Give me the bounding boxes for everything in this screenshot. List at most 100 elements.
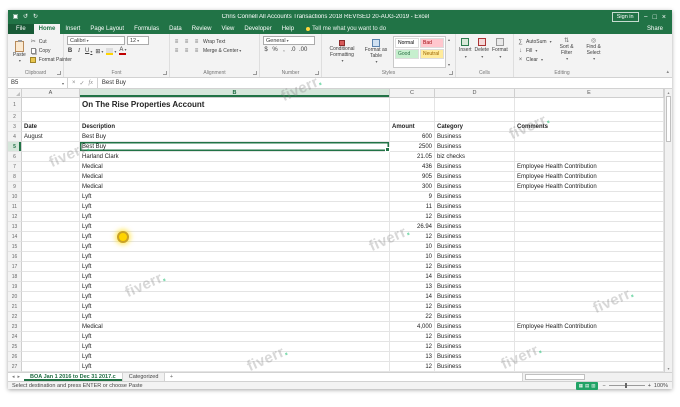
cell-amount[interactable]: 26.94 — [390, 222, 435, 232]
styles-dialog-launcher[interactable] — [449, 71, 453, 75]
cell-style-neutral[interactable]: Neutral — [420, 49, 444, 59]
cell-comment[interactable] — [515, 252, 664, 262]
row-number-12[interactable]: 12 — [8, 212, 22, 222]
cell-description[interactable]: Lyft — [80, 302, 390, 312]
collapse-ribbon-icon[interactable]: ▴ — [666, 69, 669, 75]
cell-category[interactable]: Business — [435, 132, 515, 142]
cell-amount[interactable]: 2500 — [390, 142, 435, 152]
cell-amount[interactable]: 300 — [390, 182, 435, 192]
cell-amount[interactable]: 4,000 — [390, 322, 435, 332]
header-comments[interactable]: Comments — [515, 122, 664, 132]
cell-category[interactable]: Business — [435, 352, 515, 362]
row-number-8[interactable]: 8 — [8, 172, 22, 182]
row-number-5[interactable]: 5 — [8, 142, 22, 152]
cell-date[interactable] — [22, 332, 80, 342]
column-header-e[interactable]: E — [515, 89, 664, 97]
cell-amount[interactable]: 10 — [390, 252, 435, 262]
cell-B[interactable] — [80, 112, 390, 122]
cell-category[interactable]: biz checks — [435, 152, 515, 162]
cell-amount[interactable]: 12 — [390, 262, 435, 272]
cell-comment[interactable] — [515, 362, 664, 372]
ribbon-tab-formulas[interactable]: Formulas — [129, 24, 164, 34]
insert-function-icon[interactable]: fx — [89, 80, 93, 86]
cell-comment[interactable]: Employee Health Contribution — [515, 322, 664, 332]
cell-date[interactable] — [22, 172, 80, 182]
name-box[interactable]: B5 ▾ — [8, 78, 68, 88]
sheet-nav-right-icon[interactable]: ▸ — [18, 374, 21, 380]
cell-amount[interactable]: 12 — [390, 362, 435, 372]
header-category[interactable]: Category — [435, 122, 515, 132]
cell-category[interactable]: Business — [435, 162, 515, 172]
row-number-9[interactable]: 9 — [8, 182, 22, 192]
number-symbol-button[interactable]: .0 — [290, 47, 296, 53]
sheet-title-cell[interactable]: On The Rise Properties Account — [80, 98, 390, 112]
cell-style-good[interactable]: Good — [395, 49, 419, 59]
cell-A[interactable] — [22, 112, 80, 122]
cell-category[interactable]: Business — [435, 182, 515, 192]
cell-date[interactable] — [22, 352, 80, 362]
cell-comment[interactable] — [515, 222, 664, 232]
cell-A[interactable] — [22, 98, 80, 112]
gallery-down-icon[interactable]: ▾ — [448, 62, 450, 67]
cell-amount[interactable]: 905 — [390, 172, 435, 182]
cell-amount[interactable]: 13 — [390, 352, 435, 362]
cell-description[interactable]: Lyft — [80, 352, 390, 362]
cell-date[interactable] — [22, 162, 80, 172]
header-description[interactable]: Description — [80, 122, 390, 132]
editing-fill-button[interactable]: ↓ Fill — [517, 47, 552, 54]
add-sheet-button[interactable]: + — [165, 373, 177, 381]
cell-category[interactable]: Business — [435, 292, 515, 302]
borders-icon[interactable]: ⊞ — [95, 48, 103, 55]
cell-comment[interactable]: Employee Health Contribution — [515, 182, 664, 192]
autosum-button[interactable]: ∑ AutoSum — [517, 38, 552, 45]
cell-description[interactable]: Lyft — [80, 272, 390, 282]
cell-E[interactable] — [515, 98, 664, 112]
font-color-icon[interactable]: A — [119, 47, 127, 55]
row-number-4[interactable]: 4 — [8, 132, 22, 142]
cell-category[interactable]: Business — [435, 232, 515, 242]
cell-category[interactable]: Business — [435, 252, 515, 262]
cell-comment[interactable] — [515, 272, 664, 282]
ribbon-tab-page-layout[interactable]: Page Layout — [85, 24, 129, 34]
cell-description[interactable]: Lyft — [80, 332, 390, 342]
scroll-down-icon[interactable]: ▾ — [667, 365, 669, 372]
number-symbol-button[interactable]: , — [281, 47, 287, 53]
ribbon-tab-review[interactable]: Review — [187, 24, 217, 34]
header-amount[interactable]: Amount — [390, 122, 435, 132]
number-symbol-button[interactable]: $ — [263, 47, 269, 53]
cell-comment[interactable] — [515, 242, 664, 252]
cell-amount[interactable]: 21.05 — [390, 152, 435, 162]
sheet-tab-categorized[interactable]: Categorized — [122, 373, 166, 381]
cell-amount[interactable]: 22 — [390, 312, 435, 322]
sign-in-button[interactable]: Sign in — [611, 12, 639, 22]
italic-button[interactable]: I — [76, 48, 82, 54]
cell-comment[interactable] — [515, 282, 664, 292]
align-bottom-icon[interactable]: ≡ — [193, 38, 200, 45]
cell-comment[interactable] — [515, 352, 664, 362]
cell-category[interactable]: Business — [435, 192, 515, 202]
cell-amount[interactable]: 600 — [390, 132, 435, 142]
cell-comment[interactable] — [515, 342, 664, 352]
row-number-19[interactable]: 19 — [8, 282, 22, 292]
cells-delete-button[interactable]: Delete — [475, 38, 489, 59]
bold-button[interactable]: B — [67, 48, 73, 54]
cell-category[interactable]: Business — [435, 302, 515, 312]
row-number-6[interactable]: 6 — [8, 152, 22, 162]
zoom-slider-thumb[interactable] — [624, 383, 627, 388]
align-top-icon[interactable]: ≡ — [173, 38, 180, 45]
cell-date[interactable] — [22, 262, 80, 272]
cell-comment[interactable] — [515, 332, 664, 342]
cells-insert-button[interactable]: Insert — [459, 38, 472, 59]
alignment-dialog-launcher[interactable] — [253, 71, 257, 75]
cell-description[interactable]: Lyft — [80, 282, 390, 292]
row-number-25[interactable]: 25 — [8, 342, 22, 352]
cell-amount[interactable]: 14 — [390, 272, 435, 282]
underline-button[interactable]: U — [85, 48, 92, 54]
cell-date[interactable] — [22, 242, 80, 252]
horizontal-scrollbar[interactable] — [522, 373, 672, 381]
cell-description[interactable]: Lyft — [80, 312, 390, 322]
align-left-icon[interactable]: ≡ — [173, 47, 180, 54]
cell-amount[interactable]: 12 — [390, 302, 435, 312]
close-icon[interactable]: × — [662, 14, 666, 21]
vertical-scrollbar[interactable]: ▴ ▾ — [664, 89, 672, 372]
